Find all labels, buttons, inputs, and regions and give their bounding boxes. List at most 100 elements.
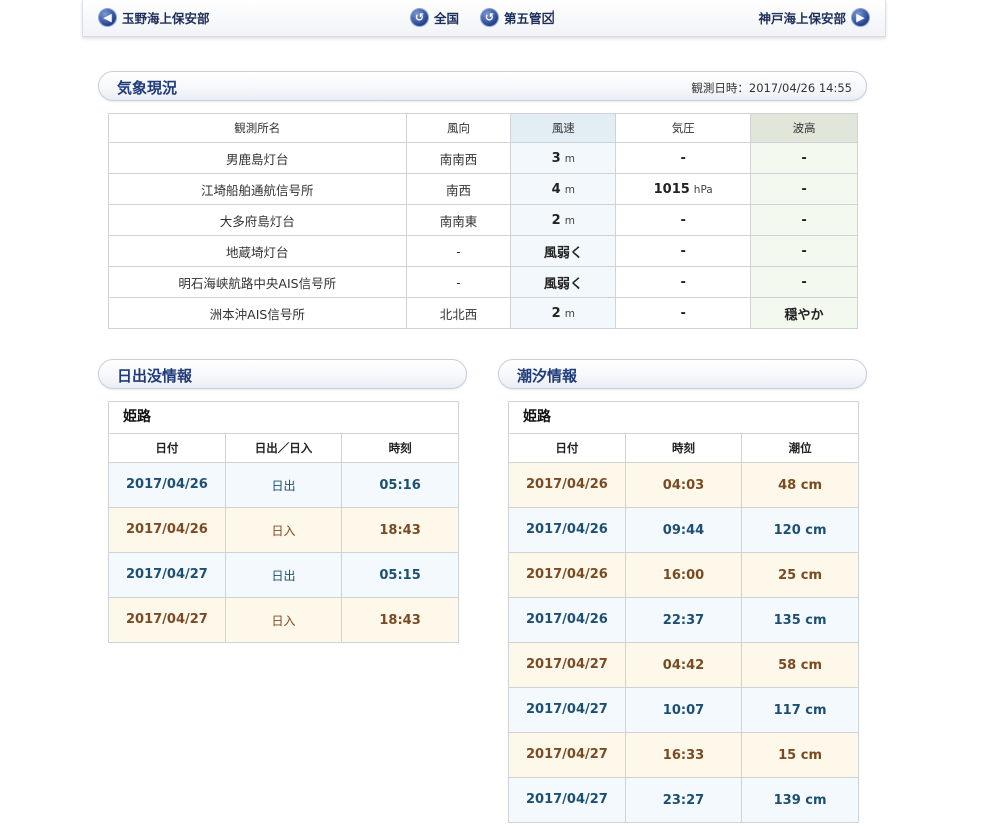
tide-date: 2017/04/26 xyxy=(509,552,626,598)
return-circle-icon: ↺ xyxy=(411,8,428,26)
wave-height-cell: - xyxy=(750,173,858,205)
pressure-value: 1015 xyxy=(653,182,690,197)
tide-table: 日付 時刻 潮位 2017/04/26 04:03 48 cm 2017/04/26 0… xyxy=(509,434,858,822)
wind-speed-value: 2 xyxy=(551,213,561,228)
weather-row: 男鹿島灯台 南南西 3 m - - xyxy=(108,142,858,174)
arrow-right-circle-icon: ▶ xyxy=(852,8,869,26)
wind-direction: - xyxy=(405,235,512,267)
tide-section-title: 潮汐情報 xyxy=(517,367,578,385)
tide-level: 58 cm xyxy=(741,642,858,688)
pressure-cell: 1015 hPa xyxy=(615,173,752,205)
wave-height-cell: - xyxy=(750,204,858,236)
col-wind-speed: 風速 xyxy=(510,113,617,143)
tide-col-time: 時刻 xyxy=(625,434,743,463)
weather-header-row: 観測所名 風向 風速 気圧 波高 xyxy=(108,113,858,143)
sun-event: 日入 xyxy=(225,507,343,553)
wind-speed-cell: 風弱く xyxy=(510,266,617,298)
tide-time: 04:42 xyxy=(625,642,743,688)
sun-row: 2017/04/26 日入 18:43 xyxy=(109,507,458,553)
tide-row: 2017/04/26 09:44 120 cm xyxy=(509,507,858,553)
wind-speed-cell: 4m xyxy=(510,173,617,205)
wind-direction: - xyxy=(405,266,512,298)
sun-row: 2017/04/26 日出 05:16 xyxy=(109,462,458,508)
sun-time: 18:43 xyxy=(341,507,458,553)
sun-event: 日出 xyxy=(225,462,343,508)
tide-date: 2017/04/26 xyxy=(509,462,626,508)
tide-row: 2017/04/27 10:07 117 cm xyxy=(509,687,858,733)
tide-date: 2017/04/26 xyxy=(509,597,626,643)
sun-header-row: 日付 日出／日入 時刻 xyxy=(109,434,458,463)
sun-col-time: 時刻 xyxy=(341,434,458,463)
tide-time: 10:07 xyxy=(625,687,743,733)
wind-speed-value: 風弱く xyxy=(543,276,583,292)
wind-speed-unit: m xyxy=(564,184,575,196)
col-wind-direction: 風向 xyxy=(405,113,512,143)
weather-row: 江埼船舶通航信号所 南西 4 m 1015 hPa - xyxy=(108,173,858,205)
tide-table-box: 姫路 日付 時刻 潮位 2017/04/26 04:03 48 cm 2017/04/… xyxy=(508,401,859,823)
tide-col-date: 日付 xyxy=(509,434,626,463)
weather-section-title: 気象現況 xyxy=(117,79,178,97)
weather-section-header: 気象現況 観測日時：2017/04/26 14:55 xyxy=(98,71,867,101)
tide-time: 23:27 xyxy=(625,777,743,822)
tide-level: 15 cm xyxy=(741,732,858,778)
sun-date: 2017/04/26 xyxy=(109,507,226,553)
pressure-value: - xyxy=(680,244,686,259)
tide-date: 2017/04/26 xyxy=(509,507,626,553)
wind-speed-cell: 2m xyxy=(510,297,617,329)
pressure-unit: hPa xyxy=(693,184,713,196)
weather-row: 明石海峡航路中央AIS信号所 - 風弱く - - xyxy=(108,266,858,298)
tide-row: 2017/04/27 23:27 139 cm xyxy=(509,777,858,822)
return-circle-icon: ↺ xyxy=(481,8,498,26)
observation-datetime: 観測日時：2017/04/26 14:55 xyxy=(691,81,852,95)
tide-row: 2017/04/26 22:37 135 cm xyxy=(509,597,858,643)
national-label: 全国 xyxy=(434,10,460,26)
weather-table: 観測所名 風向 風速 気圧 波高 男鹿島灯台 南南西 3 m - - 江埼船舶通航信号所 南西… xyxy=(108,113,858,329)
wind-speed-unit: m xyxy=(564,153,575,165)
wave-height-cell: - xyxy=(750,266,858,298)
tide-row: 2017/04/26 16:00 25 cm xyxy=(509,552,858,598)
sun-event: 日入 xyxy=(225,597,343,642)
district-label: 第五管区 xyxy=(504,10,555,26)
weather-row: 地蔵埼灯台 - 風弱く - - xyxy=(108,235,858,267)
national-link[interactable]: ↺ 全国 xyxy=(411,7,459,27)
tide-row: 2017/04/27 16:33 15 cm xyxy=(509,732,858,778)
pressure-cell: - xyxy=(615,297,752,329)
pressure-cell: - xyxy=(615,204,752,236)
wave-height-cell: 穏やか xyxy=(750,297,858,329)
tide-date: 2017/04/27 xyxy=(509,642,626,688)
pressure-value: - xyxy=(680,306,686,321)
sun-date: 2017/04/27 xyxy=(109,552,226,598)
sun-row: 2017/04/27 日入 18:43 xyxy=(109,597,458,642)
tide-time: 16:00 xyxy=(625,552,743,598)
prev-office-link[interactable]: ◀ 玉野海上保安部 xyxy=(99,7,210,27)
district-link[interactable]: ↺ 第五管区 xyxy=(481,7,554,27)
sun-row: 2017/04/27 日出 05:15 xyxy=(109,552,458,598)
tide-level: 25 cm xyxy=(741,552,858,598)
sun-time: 05:16 xyxy=(341,462,458,508)
wind-speed-unit: m xyxy=(564,215,575,227)
sun-date: 2017/04/27 xyxy=(109,597,226,642)
tide-header-row: 日付 時刻 潮位 xyxy=(509,434,858,463)
station-name: 大多府島灯台 xyxy=(108,204,407,236)
wave-height-cell: - xyxy=(750,235,858,267)
station-name: 地蔵埼灯台 xyxy=(108,235,407,267)
station-name: 洲本沖AIS信号所 xyxy=(108,297,407,329)
sun-section-title: 日出没情報 xyxy=(117,367,193,385)
tide-level: 117 cm xyxy=(741,687,858,733)
tide-level: 139 cm xyxy=(741,777,858,822)
tide-level: 135 cm xyxy=(741,597,858,643)
station-name: 明石海峡航路中央AIS信号所 xyxy=(108,266,407,298)
wind-direction: 南西 xyxy=(405,173,512,205)
tide-row: 2017/04/26 04:03 48 cm xyxy=(509,462,858,508)
tide-time: 16:33 xyxy=(625,732,743,778)
col-pressure: 気圧 xyxy=(615,113,752,143)
sun-section-header: 日出没情報 xyxy=(98,359,467,389)
tide-level: 48 cm xyxy=(741,462,858,508)
wind-speed-value: 2 xyxy=(551,306,561,321)
sun-time: 05:15 xyxy=(341,552,458,598)
tide-time: 04:03 xyxy=(625,462,743,508)
next-office-link[interactable]: 神戸海上保安部 ▶ xyxy=(758,7,869,27)
wind-direction: 南南西 xyxy=(405,142,512,174)
wind-direction: 北北西 xyxy=(405,297,512,329)
wind-speed-value: 3 xyxy=(551,151,561,166)
